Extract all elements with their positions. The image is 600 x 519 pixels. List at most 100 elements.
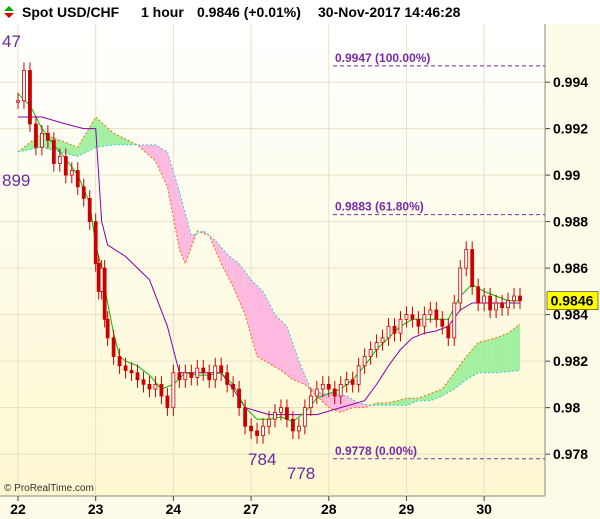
y-tick-label: 0.986 xyxy=(553,260,588,276)
candle-body xyxy=(470,249,475,288)
candle-body xyxy=(476,286,481,304)
cloud-segment xyxy=(349,397,353,409)
candle-body xyxy=(356,365,361,385)
candle-body xyxy=(386,325,391,339)
cloud-segment xyxy=(266,297,269,364)
extreme-label: 784 xyxy=(248,450,276,469)
candle-body xyxy=(189,372,194,378)
candle-body xyxy=(51,139,56,164)
cloud-segment xyxy=(481,340,485,373)
candle-body xyxy=(165,395,170,409)
candle-body xyxy=(410,314,415,320)
candle-body xyxy=(302,407,307,427)
x-axis-panel xyxy=(0,496,545,519)
candle-body xyxy=(273,411,277,420)
candle-body xyxy=(350,379,355,385)
candle-body xyxy=(434,309,439,320)
candle-body xyxy=(183,372,188,381)
candle-body xyxy=(171,372,176,409)
cloud-segment xyxy=(152,144,156,162)
candle-body xyxy=(22,70,26,102)
candle-body xyxy=(494,302,498,311)
candle-body xyxy=(428,309,433,316)
cloud-segment xyxy=(499,335,503,373)
candle-body xyxy=(392,325,397,334)
fib-label: 0.9947 (100.00%) xyxy=(335,51,430,65)
y-tick-label: 0.982 xyxy=(553,353,588,369)
candle-body xyxy=(231,383,236,390)
y-tick-label: 0.99 xyxy=(553,167,580,183)
cloud-segment xyxy=(263,291,267,362)
cloud-segment xyxy=(74,146,78,157)
x-tick-label: 27 xyxy=(243,501,259,517)
candle-body xyxy=(207,372,212,381)
cloud-segment xyxy=(463,356,467,383)
y-tick-label: 0.988 xyxy=(553,214,588,230)
x-tick-label: 23 xyxy=(88,501,104,517)
candle-body xyxy=(249,425,253,432)
candle-body xyxy=(63,156,68,176)
candle-body xyxy=(320,383,325,390)
svg-text:0.9846: 0.9846 xyxy=(551,293,594,309)
cloud-segment xyxy=(460,360,464,385)
cloud-segment xyxy=(92,117,96,149)
cloud-segment xyxy=(113,133,117,145)
cloud-segment xyxy=(403,398,407,406)
cloud-segment xyxy=(283,323,287,376)
cloud-segment xyxy=(478,341,482,373)
candle-body xyxy=(213,365,218,381)
candle-body xyxy=(261,425,265,436)
candle-body xyxy=(75,170,80,188)
candle-body xyxy=(338,383,343,397)
cloud-segment xyxy=(269,303,272,366)
candle-body xyxy=(135,372,140,381)
candle-body xyxy=(506,300,510,309)
cloud-segment xyxy=(236,261,240,301)
candle-body xyxy=(123,365,128,371)
cloud-segment xyxy=(286,326,290,378)
candle-body xyxy=(93,221,98,264)
cloud-segment xyxy=(71,144,75,156)
cloud-segment xyxy=(107,127,111,146)
candle-body xyxy=(368,349,373,357)
candle-body xyxy=(147,383,152,390)
fib-label: 0.9883 (61.80%) xyxy=(335,200,424,214)
candle-body xyxy=(458,267,463,304)
candle-body xyxy=(40,132,44,148)
candle-body xyxy=(291,418,295,432)
cloud-segment xyxy=(475,342,479,375)
candle-body xyxy=(464,249,469,269)
x-tick-label: 24 xyxy=(166,501,182,517)
cloud-segment xyxy=(257,285,261,359)
fib-label: 0.9778 (0.00%) xyxy=(335,444,417,458)
plot-area xyxy=(0,24,545,496)
extreme-label: 899 xyxy=(2,171,30,190)
candle-body xyxy=(81,186,86,199)
candle-body xyxy=(344,379,349,385)
candle-body xyxy=(111,337,116,357)
candle-body xyxy=(16,100,20,103)
cloud-segment xyxy=(260,288,264,360)
cloud-segment xyxy=(274,314,278,369)
candle-body xyxy=(374,342,379,350)
y-tick-label: 0.978 xyxy=(553,446,588,462)
candle-body xyxy=(446,325,451,339)
candle-body xyxy=(159,383,164,397)
candle-body xyxy=(314,388,319,397)
candle-body xyxy=(398,318,403,334)
candle-body xyxy=(422,314,427,327)
cloud-segment xyxy=(517,323,520,371)
cloud-segment xyxy=(493,337,497,373)
cloud-segment xyxy=(472,346,476,377)
candle-body xyxy=(482,295,487,304)
candle-body xyxy=(362,356,367,367)
candle-body xyxy=(69,170,74,176)
candle-body xyxy=(488,295,493,311)
candle-body xyxy=(296,425,301,432)
candle-body xyxy=(332,388,337,397)
price-chart[interactable]: 0.9947 (100.00%) 0.9883 (61.80%) 0.9778 (0… xyxy=(0,0,600,519)
candle-body xyxy=(219,365,224,374)
candle-body xyxy=(34,123,38,148)
y-tick-label: 0.994 xyxy=(553,74,588,90)
candle-body xyxy=(243,407,247,427)
